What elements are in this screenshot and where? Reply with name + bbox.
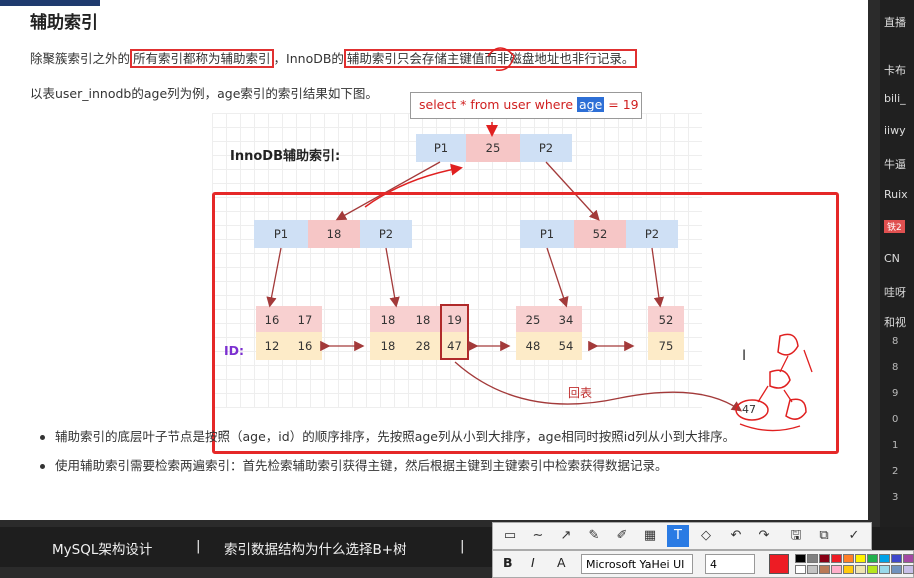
color-swatch[interactable] <box>795 565 806 574</box>
chat-item[interactable]: 牛逼 <box>884 156 906 172</box>
bold-button[interactable]: B <box>503 555 513 570</box>
undo-icon[interactable]: ↶ <box>725 525 747 547</box>
color-swatch[interactable] <box>807 554 818 563</box>
line-number: 2 <box>892 466 899 477</box>
annotation-toolbar: ▭ ∼ ↗ ✎ ✐ ▦ T ◇ ↶ ↷ 🖫 ⧉ ✓ <box>492 522 872 550</box>
font-size-select[interactable]: 4 <box>705 554 755 574</box>
color-swatch[interactable] <box>891 554 902 563</box>
color-swatch[interactable] <box>843 554 854 563</box>
font-icon[interactable]: A <box>557 555 566 570</box>
screen: 辅助索引 除聚簇索引之外的 所有索引都称为辅助索引 ，InnoDB的 辅助索引只会存储… <box>0 0 914 578</box>
separator: | <box>196 538 201 554</box>
redo-icon[interactable]: ↷ <box>753 525 775 547</box>
color-swatch[interactable] <box>819 554 830 563</box>
line-number: 1 <box>892 440 899 451</box>
line-number: 8 <box>892 362 899 373</box>
color-swatch[interactable] <box>819 565 830 574</box>
eraser-icon[interactable]: ◇ <box>695 525 717 547</box>
bullet-dot-icon <box>40 464 45 469</box>
color-swatch[interactable] <box>903 565 914 574</box>
color-swatch[interactable] <box>843 565 854 574</box>
chat-item[interactable]: bili_ <box>884 92 906 105</box>
chat-item[interactable]: 卡布 <box>884 62 906 78</box>
color-swatch[interactable] <box>879 565 890 574</box>
color-swatch[interactable] <box>831 565 842 574</box>
separator: | <box>460 538 465 554</box>
slide-area: 辅助索引 除聚簇索引之外的 所有索引都称为辅助索引 ，InnoDB的 辅助索引只会存储… <box>0 0 868 520</box>
line-number: 0 <box>892 414 899 425</box>
chat-item[interactable]: 和视 <box>884 314 906 330</box>
color-swatch[interactable] <box>903 554 914 563</box>
pen-icon[interactable]: ✎ <box>583 525 605 547</box>
copy-icon[interactable]: ⧉ <box>813 525 835 547</box>
italic-button[interactable]: I <box>531 555 535 570</box>
mosaic-icon[interactable]: ▦ <box>639 525 661 547</box>
line-number: 9 <box>892 388 899 399</box>
color-swatch[interactable] <box>807 565 818 574</box>
color-swatch[interactable] <box>855 554 866 563</box>
current-color-swatch[interactable] <box>769 554 789 574</box>
right-chat-panel: 直播 卡布 bili_ iiwy 牛逼 Ruix 铁2 CN 哇呀 和视 8 8… <box>880 0 914 527</box>
rect-select-icon[interactable]: ▭ <box>499 525 521 547</box>
color-swatch[interactable] <box>867 554 878 563</box>
highlight-rectangle[interactable] <box>212 192 839 454</box>
chat-item[interactable]: 直播 <box>884 14 906 30</box>
color-swatch[interactable] <box>879 554 890 563</box>
chat-item[interactable]: CN <box>884 252 900 265</box>
text-icon[interactable]: T <box>667 525 689 547</box>
color-swatch[interactable] <box>831 554 842 563</box>
chat-item[interactable]: Ruix <box>884 188 908 201</box>
course-title-2: 索引数据结构为什么选择B+树 <box>224 542 407 558</box>
color-swatch[interactable] <box>855 565 866 574</box>
line-number: 8 <box>892 336 899 347</box>
bullet-2: 使用辅助索引需要检索两遍索引：首先检索辅助索引获得主键，然后根据主键到主键索引中… <box>40 455 668 474</box>
font-family-select[interactable]: Microsoft YaHei UI <box>581 554 693 574</box>
highlighter-icon[interactable]: ✐ <box>611 525 633 547</box>
text-format-bar: B I A Microsoft YaHei UI 4 <box>492 550 914 578</box>
color-swatch[interactable] <box>867 565 878 574</box>
course-title-1: MySQL架构设计 <box>52 542 153 558</box>
chat-item[interactable]: 哇呀 <box>884 284 906 300</box>
bullet-1: 辅助索引的底层叶子节点是按照（age，id）的顺序排序，先按照age列从小到大排… <box>40 426 735 445</box>
bullet-dot-icon <box>40 435 45 440</box>
curve-icon[interactable]: ∼ <box>527 525 549 547</box>
arrow-icon[interactable]: ↗ <box>555 525 577 547</box>
chat-badge: 铁2 <box>884 220 905 233</box>
confirm-icon[interactable]: ✓ <box>843 525 865 547</box>
color-swatch[interactable] <box>795 554 806 563</box>
save-icon[interactable]: 🖫 <box>785 525 807 547</box>
chat-item[interactable]: iiwy <box>884 124 906 137</box>
line-number: 3 <box>892 492 899 503</box>
bullet-1-text: 辅助索引的底层叶子节点是按照（age，id）的顺序排序，先按照age列从小到大排… <box>55 429 736 444</box>
bullet-2-text: 使用辅助索引需要检索两遍索引：首先检索辅助索引获得主键，然后根据主键到主键索引中… <box>55 458 668 473</box>
color-swatch[interactable] <box>891 565 902 574</box>
